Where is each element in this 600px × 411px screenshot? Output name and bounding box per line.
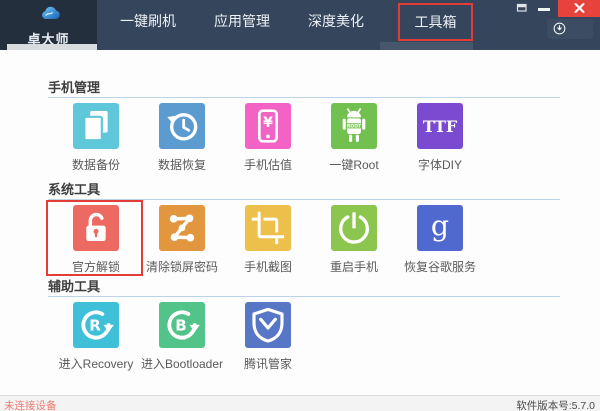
tool-tile-phone-valuation[interactable]: ¥ 手机估值 (225, 103, 311, 173)
minimize-button[interactable] (538, 8, 550, 11)
svg-text:¥: ¥ (263, 115, 273, 131)
svg-text:TTF: TTF (423, 117, 458, 136)
svg-text:R: R (89, 317, 101, 335)
nav-tab-one-key-flash[interactable]: 一键刷机 (117, 0, 179, 42)
svg-text:g: g (431, 210, 449, 243)
section-title: 系统工具 (48, 182, 600, 198)
documents-icon (73, 103, 119, 149)
tool-label: 官方解锁 (53, 258, 139, 275)
nav-tab-label: 深度美化 (308, 13, 364, 29)
app-window: 卓大师 一键刷机 应用管理 深度美化 工具箱 手机管理 数据备份 (0, 0, 600, 411)
close-x-icon (574, 3, 585, 13)
tool-tile-clear-lockscreen-password[interactable]: 清除锁屏密码 (139, 205, 225, 275)
section-title: 辅助工具 (48, 279, 600, 295)
toolbox-active-strip (380, 42, 473, 50)
nav-tab-label: 工具箱 (415, 14, 457, 30)
svg-text:ROOT: ROOT (347, 124, 362, 130)
update-download-button[interactable] (547, 19, 593, 39)
tool-tile-phone-screenshot[interactable]: 手机截图 (225, 205, 311, 275)
tool-label: 进入Recovery (53, 355, 139, 372)
section-divider (48, 296, 560, 297)
tool-tile-enter-recovery[interactable]: R 进入Recovery (53, 302, 139, 372)
tool-label: 数据恢复 (139, 156, 225, 173)
nav-tab-label: 一键刷机 (120, 13, 176, 29)
tool-tile-font-diy[interactable]: TTF 字体DIY (397, 103, 483, 173)
tool-label: 一键Root (311, 156, 397, 173)
device-status: 未连接设备 (4, 398, 57, 411)
restore-window-icon[interactable] (516, 2, 528, 12)
tool-tile-enter-bootloader[interactable]: B 进入Bootloader (139, 302, 225, 372)
version-label: 软件版本号:5.7.0 (516, 398, 595, 411)
nav-tab-app-management[interactable]: 应用管理 (211, 0, 273, 42)
tool-tile-data-recovery[interactable]: 数据恢复 (139, 103, 225, 173)
tool-label: 手机估值 (225, 156, 311, 173)
google-g-icon: g (417, 205, 463, 251)
tool-section: 手机管理 数据备份 数据恢复 ¥ 手机估值 ROOT 一键Root TTF 字体… (0, 80, 600, 173)
section-divider (48, 97, 560, 98)
tool-tile-tencent-manager[interactable]: 腾讯管家 (225, 302, 311, 372)
tool-tile-data-backup[interactable]: 数据备份 (53, 103, 139, 173)
power-icon (331, 205, 377, 251)
tool-label: 字体DIY (397, 156, 483, 173)
app-logo: 卓大师 (0, 0, 97, 50)
shield-check-icon (245, 302, 291, 348)
recovery-arrow-icon: R (73, 302, 119, 348)
status-bar: 未连接设备 软件版本号:5.7.0 (0, 395, 600, 411)
tool-tile-one-key-root[interactable]: ROOT 一键Root (311, 103, 397, 173)
crop-icon (245, 205, 291, 251)
android-robot-icon: ROOT (331, 103, 377, 149)
cloud-swirl-icon (36, 3, 62, 25)
ttf-text-icon: TTF (417, 103, 463, 149)
tool-tile-official-unlock[interactable]: 官方解锁 (53, 205, 139, 275)
phone-yen-icon: ¥ (245, 103, 291, 149)
tool-tile-restore-google-services[interactable]: g 恢复谷歌服务 (397, 205, 483, 275)
tool-label: 重启手机 (311, 258, 397, 275)
header-bar: 卓大师 一键刷机 应用管理 深度美化 工具箱 (0, 0, 600, 50)
tool-tile-restart-phone[interactable]: 重启手机 (311, 205, 397, 275)
tool-section: 系统工具 官方解锁 清除锁屏密码 手机截图 重启手机 g 恢复谷歌服务 (0, 182, 600, 275)
svg-text:B: B (175, 317, 186, 335)
nav-tab-label: 应用管理 (214, 13, 270, 29)
tool-label: 清除锁屏密码 (139, 258, 225, 275)
tool-label: 腾讯管家 (225, 355, 311, 372)
pattern-dots-icon (159, 205, 205, 251)
bootloader-arrow-icon: B (159, 302, 205, 348)
section-divider (48, 199, 560, 200)
lock-open-icon (73, 205, 119, 251)
nav-tab-toolbox[interactable]: 工具箱 (398, 3, 473, 41)
download-update-icon (552, 21, 567, 36)
history-clock-icon (159, 103, 205, 149)
tool-label: 手机截图 (225, 258, 311, 275)
tool-label: 进入Bootloader (139, 355, 225, 372)
section-title: 手机管理 (48, 80, 600, 96)
tool-label: 恢复谷歌服务 (397, 258, 483, 275)
logo-sub-tab (7, 44, 97, 50)
nav-tab-deep-beautify[interactable]: 深度美化 (305, 0, 367, 42)
tool-label: 数据备份 (53, 156, 139, 173)
close-button[interactable] (558, 0, 600, 17)
tool-section: 辅助工具 R 进入Recovery B 进入Bootloader 腾讯管家 (0, 279, 600, 372)
